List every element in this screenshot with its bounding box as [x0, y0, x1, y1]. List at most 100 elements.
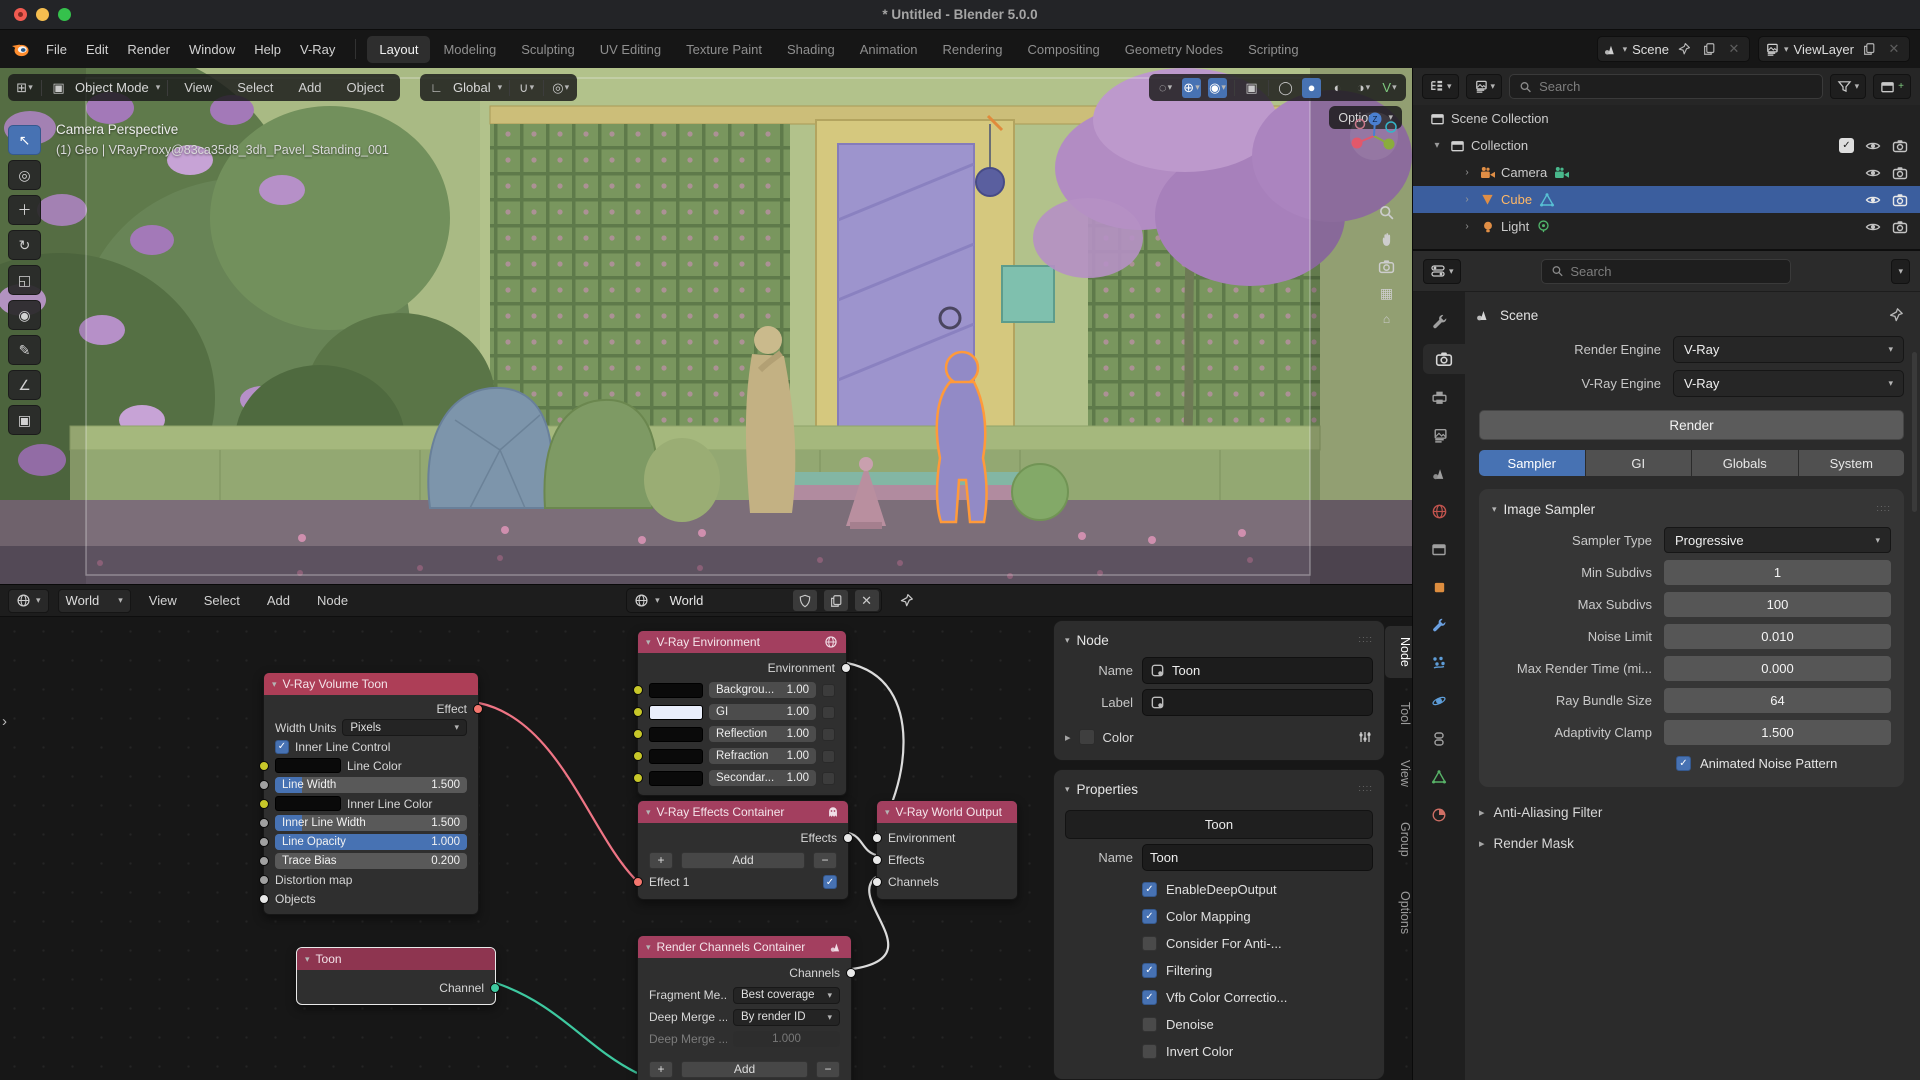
width-units-dropdown[interactable]: Pixels▾ — [342, 719, 467, 736]
collection-checkbox[interactable]: ✓ — [1839, 138, 1854, 153]
new-scene-button[interactable] — [1699, 39, 1719, 59]
properties-search[interactable] — [1541, 259, 1791, 284]
tool-annotate[interactable]: ✎ — [8, 335, 41, 365]
editor-type-button[interactable]: ▾ — [1422, 74, 1459, 99]
add-channel-button[interactable]: Add — [681, 1061, 808, 1078]
expand-icon[interactable]: ▸ — [1065, 731, 1071, 744]
pin-scene-button[interactable] — [1674, 39, 1694, 59]
new-viewlayer-button[interactable] — [1859, 39, 1879, 59]
tab-gi[interactable]: GI — [1586, 450, 1692, 476]
workspace-tab-uv-editing[interactable]: UV Editing — [588, 36, 673, 63]
3d-viewport[interactable]: ⊞▾ ▣ Object Mode ▾ View Select Add Objec… — [0, 68, 1412, 585]
node-color-swatch[interactable] — [1079, 729, 1095, 745]
hide-eye-icon[interactable] — [1865, 192, 1881, 208]
tab-system[interactable]: System — [1799, 450, 1905, 476]
sidebar-tab-options[interactable]: Options — [1385, 880, 1412, 945]
filtering-checkbox[interactable]: ✓ — [1142, 963, 1157, 978]
options-dropdown-button[interactable]: ▾ — [1891, 259, 1910, 284]
panel-grip-icon[interactable]: ···· ···· — [1358, 636, 1373, 644]
shading-material-icon[interactable]: ◐ — [1328, 78, 1347, 98]
sphere[interactable] — [1012, 464, 1068, 520]
node-menu-select[interactable]: Select — [195, 588, 249, 613]
adjust-sliders-icon[interactable] — [1357, 729, 1373, 745]
panel-grip-icon[interactable]: ···· ···· — [1358, 785, 1373, 793]
node-menu-node[interactable]: Node — [308, 588, 357, 613]
render-visibility-icon[interactable] — [1892, 165, 1908, 181]
collapse-icon[interactable]: ▾ — [1065, 636, 1070, 645]
vray-engine-dropdown[interactable]: V-Ray▾ — [1673, 370, 1904, 397]
unlink-datablock-button[interactable]: ✕ — [855, 590, 879, 611]
node-vray-world-output[interactable]: ▾V-Ray World Output Environment Effects … — [876, 800, 1018, 900]
gi-field[interactable]: GI1.00 — [709, 704, 816, 720]
tab-constraints[interactable] — [1421, 724, 1457, 754]
node-label-field[interactable] — [1142, 689, 1373, 716]
tab-material[interactable] — [1421, 800, 1457, 830]
menu-file[interactable]: File — [37, 37, 76, 62]
menu-vray[interactable]: V-Ray — [291, 37, 344, 62]
toon-type-button[interactable]: Toon — [1065, 810, 1373, 839]
input-socket-inner-line-width[interactable] — [259, 818, 269, 828]
panel-grip-icon[interactable]: ···· ···· — [1876, 505, 1891, 513]
channel-name-field[interactable]: Toon — [1142, 844, 1373, 871]
xray-toggle-icon[interactable]: ▣ — [1242, 78, 1261, 98]
tool-select-box[interactable]: ↖ — [8, 125, 41, 155]
input-socket-reflection[interactable] — [633, 729, 643, 739]
menu-render[interactable]: Render — [118, 37, 179, 62]
tab-scene[interactable] — [1421, 458, 1457, 488]
secondary-color-swatch[interactable] — [649, 771, 703, 786]
output-socket-channel[interactable] — [490, 983, 500, 993]
transform-orientation[interactable]: Global — [453, 80, 491, 95]
wall-sign[interactable] — [1002, 266, 1054, 322]
collapse-icon[interactable]: ▾ — [305, 955, 310, 964]
blender-logo-icon[interactable] — [10, 39, 30, 59]
outliner-search-input[interactable] — [1539, 79, 1813, 94]
tab-object[interactable] — [1421, 572, 1457, 602]
ray-bundle-size-field[interactable]: 64 — [1664, 688, 1891, 713]
expand-icon[interactable]: › — [1457, 221, 1477, 232]
vray-shading-icon[interactable]: V▾ — [1380, 78, 1399, 98]
new-collection-button[interactable]: + — [1873, 74, 1911, 99]
outliner-row-scene-collection[interactable]: Scene Collection — [1413, 105, 1920, 132]
trace-bias-field[interactable]: Trace Bias0.200 — [275, 853, 467, 869]
gi-color-swatch[interactable] — [649, 705, 703, 720]
camera-view-icon[interactable] — [1378, 258, 1395, 275]
denoise-checkbox[interactable] — [1142, 1017, 1157, 1032]
zoom-icon[interactable] — [1378, 204, 1395, 221]
line-color-swatch[interactable] — [275, 758, 341, 773]
output-socket-effects[interactable] — [843, 833, 853, 843]
outliner-search[interactable] — [1509, 74, 1823, 99]
inner-line-color-swatch[interactable] — [275, 796, 341, 811]
viewport-menu-object[interactable]: Object — [337, 75, 393, 100]
scrollbar[interactable] — [1912, 352, 1917, 512]
output-socket-effect[interactable] — [473, 704, 483, 714]
viewport-menu-view[interactable]: View — [175, 75, 221, 100]
collapse-icon[interactable]: ▾ — [1492, 505, 1497, 514]
input-socket-line-width[interactable] — [259, 780, 269, 790]
fullscreen-button[interactable] — [58, 8, 71, 21]
proportional-editing-icon[interactable]: ◎▾ — [551, 78, 570, 98]
render-visibility-icon[interactable] — [1892, 192, 1908, 208]
output-socket-channels[interactable] — [846, 968, 856, 978]
render-visibility-icon[interactable] — [1892, 219, 1908, 235]
node-render-channels-container[interactable]: ▾Render Channels Container Channels Frag… — [637, 935, 852, 1080]
shading-solid-icon[interactable]: ● — [1302, 78, 1321, 98]
refraction-color-swatch[interactable] — [649, 749, 703, 764]
node-menu-view[interactable]: View — [140, 588, 186, 613]
tool-measure[interactable]: ∠ — [8, 370, 41, 400]
mode-selector[interactable]: Object Mode — [75, 80, 149, 95]
workspace-tab-rendering[interactable]: Rendering — [931, 36, 1015, 63]
use-toggle[interactable] — [822, 750, 835, 763]
add-effect-button[interactable]: Add — [681, 852, 805, 869]
adaptivity-clamp-field[interactable]: 1.500 — [1664, 720, 1891, 745]
collapse-icon[interactable]: ▾ — [1427, 140, 1447, 151]
pan-hand-icon[interactable] — [1378, 231, 1395, 248]
fake-user-shield-button[interactable] — [793, 590, 817, 611]
reflection-color-swatch[interactable] — [649, 727, 703, 742]
tab-view-layer[interactable] — [1421, 420, 1457, 450]
sidebar-tab-tool[interactable]: Tool — [1385, 691, 1412, 736]
delete-scene-button[interactable]: ✕ — [1724, 39, 1744, 59]
use-toggle[interactable] — [822, 772, 835, 785]
inner-line-control-checkbox[interactable]: ✓ — [275, 740, 289, 754]
node-vray-effects-container[interactable]: ▾V-Ray Effects Container Effects +Add− E… — [637, 800, 849, 900]
invert-color-checkbox[interactable] — [1142, 1044, 1157, 1059]
